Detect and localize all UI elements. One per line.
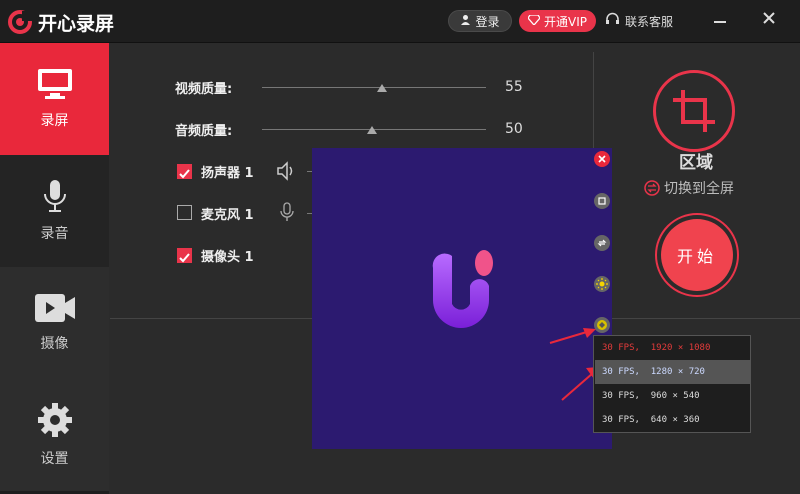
login-button[interactable]: 登录 [448,10,512,32]
sidebar-item-label: 设置 [40,451,69,467]
start-button[interactable]: 开始 [655,213,739,297]
title-bar: 开心录屏 登录 开通VIP 联系客服 [0,0,800,43]
sidebar-item-record-audio[interactable]: 录音 [0,155,109,267]
check-icon [179,169,190,179]
camera-square-button[interactable] [594,193,610,209]
microphone-icon [43,180,66,212]
slider-thumb[interactable] [377,84,387,92]
monitor-icon [37,69,72,99]
resolution-option[interactable]: 30 FPS, 640 × 360 [595,408,750,432]
speaker-label: 扬声器 1 [201,166,254,181]
login-label: 登录 [475,14,500,29]
app-title: 开心录屏 [38,14,115,35]
square-icon [598,197,606,205]
speaker-icon[interactable] [276,161,298,181]
slider-thumb[interactable] [367,126,377,134]
vip-button[interactable]: 开通VIP [519,10,596,32]
video-camera-icon [34,294,75,322]
app-logo-icon [8,10,32,34]
sidebar: 录屏 录音 摄像 设置 [0,43,109,494]
resolution-option[interactable]: 30 FPS, 960 × 540 [595,384,750,408]
crop-icon [673,90,715,132]
region-select-button[interactable] [653,70,735,152]
close-button[interactable] [756,8,782,30]
diamond-icon [527,14,541,28]
switch-fullscreen-link[interactable]: 切换到全屏 [644,178,734,198]
sidebar-item-label: 录音 [40,226,69,242]
close-camera-button[interactable] [594,151,610,167]
camera-label: 摄像头 1 [201,250,254,265]
resolution-menu: 30 FPS, 1920 × 1080 30 FPS, 1280 × 720 3… [593,335,751,433]
camera-flip-button[interactable] [594,235,610,251]
microphone-small-icon[interactable] [280,202,294,222]
close-icon [763,12,775,24]
user-icon [460,14,471,28]
resolution-option[interactable]: 30 FPS, 1920 × 1080 [595,336,750,360]
sidebar-item-record-screen[interactable]: 录屏 [0,43,109,155]
service-label: 联系客服 [625,14,674,29]
sidebar-item-settings[interactable]: 设置 [0,379,109,491]
audio-quality-label: 音频质量: [175,124,233,139]
region-label: 区域 [679,153,713,173]
vip-label: 开通VIP [544,14,587,29]
sidebar-item-camera[interactable]: 摄像 [0,267,109,379]
audio-quality-value: 50 [505,121,523,137]
camera-brightness-button[interactable] [594,276,610,292]
microphone-checkbox[interactable] [177,205,192,220]
video-quality-value: 55 [505,79,523,95]
speaker-checkbox[interactable] [177,164,192,179]
flip-icon [597,239,607,247]
sidebar-item-label: 录屏 [40,113,69,129]
video-quality-label: 视频质量: [175,82,233,97]
arrow-pointer [549,328,596,344]
close-icon [598,155,606,163]
app-brand-logo-icon [432,250,493,328]
headset-icon [605,12,620,30]
sidebar-item-label: 摄像 [40,336,69,352]
switch-fullscreen-label: 切换到全屏 [664,181,734,197]
camera-checkbox[interactable] [177,248,192,263]
minimize-button[interactable] [707,8,733,30]
microphone-label: 麦克风 1 [201,208,254,223]
start-label: 开始 [661,219,733,291]
resolution-option[interactable]: 30 FPS, 1280 × 720 [595,360,750,384]
contact-service-link[interactable]: 联系客服 [605,12,673,30]
check-icon [179,253,190,263]
sun-icon [596,278,608,290]
camera-preview [312,148,612,449]
minimize-icon [714,21,726,23]
switch-icon [644,180,660,196]
gear-icon [37,403,72,437]
